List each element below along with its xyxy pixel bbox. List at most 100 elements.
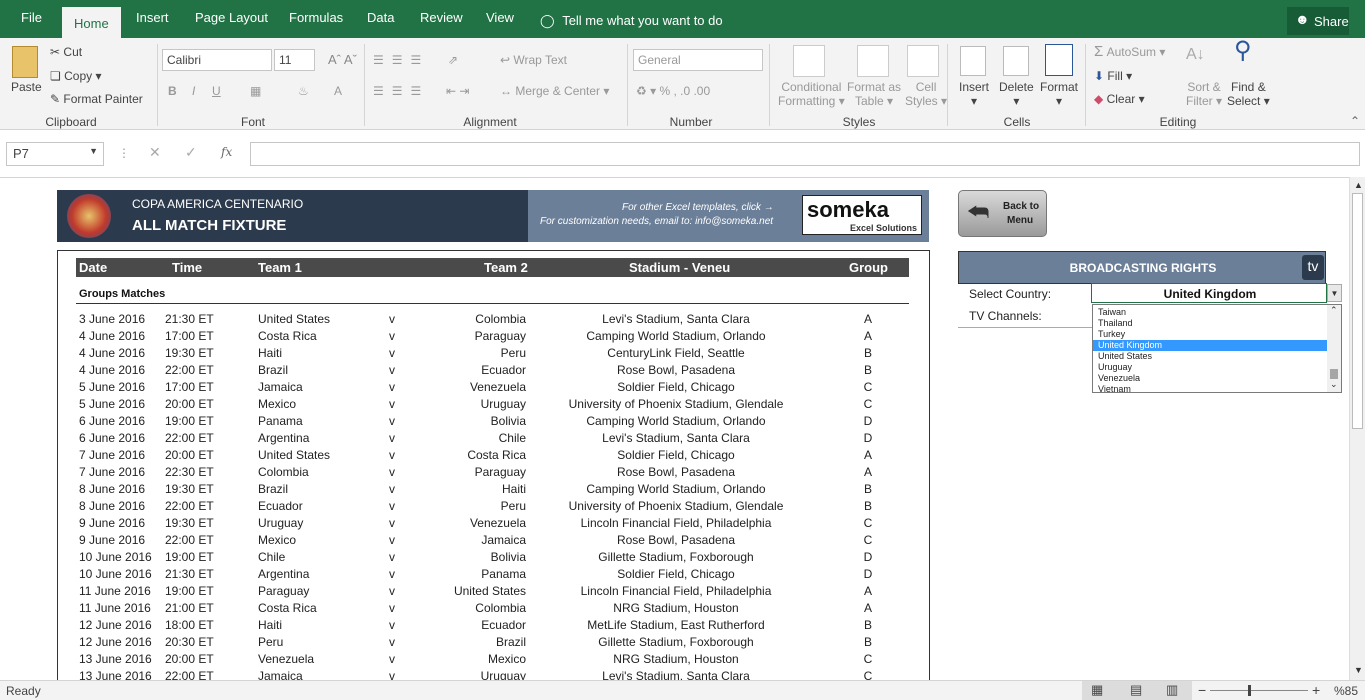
- country-option[interactable]: United States: [1093, 351, 1327, 362]
- table-row[interactable]: 5 June 2016 17:00 ET Jamaica v Venezuela Sold…: [0, 379, 930, 396]
- paste-button[interactable]: Paste: [11, 80, 42, 94]
- format-as-table-button[interactable]: Format as Table ▾: [847, 80, 901, 108]
- fill-button[interactable]: ⬇ Fill ▾: [1094, 69, 1132, 83]
- scroll-up-icon[interactable]: ▲: [1354, 180, 1363, 190]
- country-option[interactable]: Taiwan: [1093, 307, 1327, 318]
- find-select-button[interactable]: Find & Select ▾: [1227, 80, 1270, 108]
- back-to-menu-button[interactable]: ⮪ Back to Menu: [958, 190, 1047, 237]
- tab-formulas[interactable]: Formulas: [289, 9, 343, 27]
- scroll-down-icon[interactable]: ▼: [1354, 665, 1363, 675]
- conditional-formatting-button[interactable]: Conditional Formatting ▾: [778, 80, 845, 108]
- merge-center-button[interactable]: ↔ Merge & Center ▾: [500, 84, 609, 98]
- borders-icon[interactable]: ▦: [250, 84, 261, 98]
- zoom-level[interactable]: %85: [1334, 684, 1358, 698]
- page-break-view-icon[interactable]: ▥: [1166, 682, 1178, 698]
- templates-link[interactable]: For other Excel templates, click →: [622, 202, 774, 213]
- paste-icon[interactable]: [12, 46, 38, 78]
- delete-cells-button[interactable]: Delete ▾: [999, 80, 1034, 108]
- tell-me-box[interactable]: ◯ Tell me what you want to do: [540, 13, 723, 29]
- cancel-icon[interactable]: ✕: [149, 145, 161, 159]
- tab-insert[interactable]: Insert: [136, 9, 169, 27]
- country-option[interactable]: Turkey: [1093, 329, 1327, 340]
- table-row[interactable]: 7 June 2016 22:30 ET Colombia v Paraguay Rose…: [0, 464, 930, 481]
- table-row[interactable]: 7 June 2016 20:00 ET United States v Costa R…: [0, 447, 930, 464]
- tab-page-layout[interactable]: Page Layout: [195, 9, 268, 27]
- indent-icons[interactable]: ⇤ ⇥: [446, 84, 469, 98]
- table-row[interactable]: 10 June 2016 19:00 ET Chile v Bolivia Gillett…: [0, 549, 930, 566]
- zoom-in-icon[interactable]: +: [1312, 682, 1320, 698]
- worksheet[interactable]: COPA AMERICA CENTENARIO ALL MATCH FIXTUR…: [0, 177, 1349, 680]
- sort-filter-button[interactable]: Sort & Filter ▾: [1186, 80, 1222, 108]
- tab-file[interactable]: File: [21, 9, 42, 27]
- align-top-icons[interactable]: ☰☰☰: [373, 53, 429, 67]
- scroll-thumb[interactable]: [1352, 193, 1363, 429]
- table-row[interactable]: 13 June 2016 20:00 ET Venezuela v Mexico NRG …: [0, 651, 930, 668]
- tab-review[interactable]: Review: [420, 9, 463, 27]
- zoom-slider[interactable]: [1210, 685, 1308, 696]
- table-row[interactable]: 6 June 2016 19:00 ET Panama v Bolivia Camping…: [0, 413, 930, 430]
- align-left-icons[interactable]: ☰☰☰: [373, 84, 429, 98]
- table-row[interactable]: 4 June 2016 17:00 ET Costa Rica v Paraguay Ca…: [0, 328, 930, 345]
- insert-function-button[interactable]: fx: [221, 145, 232, 159]
- table-row[interactable]: 9 June 2016 22:00 ET Mexico v Jamaica Rose Bo…: [0, 532, 930, 549]
- vertical-scrollbar[interactable]: ▲ ▼: [1349, 177, 1365, 680]
- number-format-icons[interactable]: ♻ ▾ % , .0 .00: [636, 84, 710, 98]
- font-name-dropdown[interactable]: Calibri: [162, 49, 272, 71]
- someka-logo[interactable]: someka Excel Solutions: [802, 195, 922, 235]
- table-row[interactable]: 3 June 2016 21:30 ET United States v Colombi…: [0, 311, 930, 328]
- table-row[interactable]: 8 June 2016 22:00 ET Ecuador v Peru Universit…: [0, 498, 930, 515]
- enter-icon[interactable]: ✓: [185, 145, 197, 159]
- collapse-ribbon-icon[interactable]: ⌃: [1350, 114, 1360, 128]
- tab-home[interactable]: Home: [62, 7, 121, 38]
- format-cells-button[interactable]: Format ▾: [1040, 80, 1078, 108]
- table-row[interactable]: 4 June 2016 22:00 ET Brazil v Ecuador Rose Bo…: [0, 362, 930, 379]
- table-row[interactable]: 12 June 2016 20:30 ET Peru v Brazil Gillette …: [0, 634, 930, 651]
- name-box[interactable]: P7 ▼: [6, 142, 104, 166]
- zoom-out-icon[interactable]: −: [1198, 682, 1206, 698]
- copy-button[interactable]: ❏ Copy ▾: [50, 69, 101, 83]
- scroll-up-icon[interactable]: ⌃: [1330, 305, 1338, 316]
- scroll-thumb[interactable]: [1330, 369, 1338, 379]
- country-option[interactable]: Thailand: [1093, 318, 1327, 329]
- zoom-slider-thumb[interactable]: [1248, 685, 1251, 696]
- table-row[interactable]: 8 June 2016 19:30 ET Brazil v Haiti Camping W…: [0, 481, 930, 498]
- underline-button[interactable]: U: [212, 84, 221, 98]
- table-row[interactable]: 9 June 2016 19:30 ET Uruguay v Venezuela Linc…: [0, 515, 930, 532]
- formula-input[interactable]: [250, 142, 1360, 166]
- country-option[interactable]: Venezuela: [1093, 373, 1327, 384]
- dropdown-arrow-button[interactable]: ▼: [1327, 284, 1342, 302]
- country-list[interactable]: Taiwan Thailand Turkey United Kingdom United…: [1092, 304, 1342, 395]
- page-layout-view-icon[interactable]: ▤: [1130, 682, 1142, 698]
- table-row[interactable]: 12 June 2016 18:00 ET Haiti v Ecuador MetLife…: [0, 617, 930, 634]
- number-format-dropdown[interactable]: General: [633, 49, 763, 71]
- country-dropdown[interactable]: United Kingdom: [1091, 283, 1327, 303]
- table-row[interactable]: 4 June 2016 19:30 ET Haiti v Peru CenturyLink…: [0, 345, 930, 362]
- format-painter-button[interactable]: ✎ Format Painter: [50, 92, 143, 106]
- font-grow-icon[interactable]: Aˆ Aˇ: [328, 53, 357, 67]
- bold-button[interactable]: B: [168, 84, 177, 98]
- font-color-icon[interactable]: A: [334, 84, 342, 98]
- table-row[interactable]: 11 June 2016 21:00 ET Costa Rica v Colombia N…: [0, 600, 930, 617]
- country-option[interactable]: Vietnam: [1093, 384, 1327, 395]
- country-option[interactable]: Uruguay: [1093, 362, 1327, 373]
- orientation-icon[interactable]: ⇗: [448, 53, 458, 67]
- table-row[interactable]: 11 June 2016 19:00 ET Paraguay v United Stat…: [0, 583, 930, 600]
- font-size-dropdown[interactable]: 11: [274, 49, 315, 71]
- tab-view[interactable]: View: [486, 9, 514, 27]
- table-row[interactable]: 13 June 2016 22:00 ET Jamaica v Uruguay Levi'…: [0, 668, 930, 680]
- scroll-down-icon[interactable]: ⌄: [1330, 379, 1338, 390]
- country-option[interactable]: United Kingdom: [1093, 340, 1327, 351]
- cell-styles-button[interactable]: Cell Styles ▾: [905, 80, 947, 108]
- table-row[interactable]: 10 June 2016 21:30 ET Argentina v Panama Sold…: [0, 566, 930, 583]
- wrap-text-button[interactable]: ↩ Wrap Text: [500, 53, 567, 67]
- italic-button[interactable]: I: [192, 84, 195, 98]
- cut-button[interactable]: ✂ Cut: [50, 45, 82, 59]
- share-button[interactable]: ☻ Share: [1287, 7, 1349, 35]
- clear-button[interactable]: ◆ Clear ▾: [1094, 92, 1145, 106]
- tab-data[interactable]: Data: [367, 9, 394, 27]
- autosum-button[interactable]: Σ AutoSum ▾: [1094, 44, 1165, 59]
- list-scrollbar[interactable]: ⌃ ⌄: [1327, 305, 1341, 392]
- table-row[interactable]: 5 June 2016 20:00 ET Mexico v Uruguay Univers…: [0, 396, 930, 413]
- insert-cells-button[interactable]: Insert ▾: [959, 80, 989, 108]
- fill-color-icon[interactable]: ♨: [298, 84, 309, 98]
